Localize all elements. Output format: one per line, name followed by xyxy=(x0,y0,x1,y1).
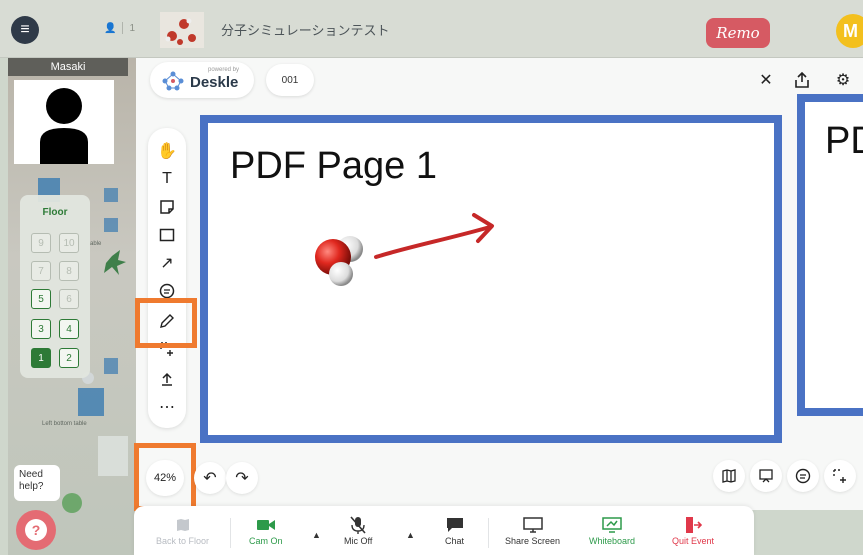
arrow-tool-icon[interactable]: ↗ xyxy=(148,250,186,276)
cam-on-button[interactable]: Cam On xyxy=(249,514,283,546)
floor-button-10[interactable]: 10 xyxy=(59,233,79,253)
separator xyxy=(122,22,124,34)
selection-button[interactable] xyxy=(824,460,856,492)
participant-count: 👤 1 xyxy=(104,22,135,34)
mic-off-icon xyxy=(350,514,366,536)
video-tile xyxy=(14,80,114,164)
comment-button[interactable] xyxy=(787,460,819,492)
hand-tool-icon[interactable]: ✋ xyxy=(148,138,186,164)
chat-icon xyxy=(446,514,464,536)
text-tool-icon[interactable]: T xyxy=(148,166,186,192)
powered-by-text: powered by xyxy=(208,67,240,73)
deskle-logo-icon xyxy=(162,71,184,91)
floor-title: Floor xyxy=(42,207,68,218)
map-icon xyxy=(175,514,191,536)
share-screen-button[interactable]: Share Screen xyxy=(505,514,560,546)
select-add-icon xyxy=(833,469,846,483)
avatar-placeholder-icon xyxy=(40,88,88,164)
participant-count-value: 1 xyxy=(129,22,136,34)
floor-button-8[interactable]: 8 xyxy=(59,261,79,281)
close-icon[interactable]: ✕ xyxy=(752,66,780,94)
mic-options-caret-icon[interactable]: ▲ xyxy=(406,530,415,540)
rectangle-tool-icon[interactable] xyxy=(148,222,186,248)
deskle-name: Deskle xyxy=(190,74,239,91)
back-to-floor-button[interactable]: Back to Floor xyxy=(156,514,209,546)
floor-button-1[interactable]: 1 xyxy=(31,348,51,368)
quit-event-label: Quit Event xyxy=(672,536,715,546)
chat-label: Chat xyxy=(445,536,465,546)
whiteboard-button[interactable]: Whiteboard xyxy=(589,514,635,546)
page-number-badge[interactable]: 001 xyxy=(266,64,314,96)
presentation-button[interactable] xyxy=(750,460,782,492)
pen-tool-highlight xyxy=(135,298,197,348)
pdf-page-1[interactable]: PDF Page 1 xyxy=(200,115,782,443)
cam-on-label: Cam On xyxy=(249,536,283,546)
floor-button-9[interactable]: 9 xyxy=(31,233,51,253)
whiteboard-icon xyxy=(602,514,622,536)
pdf-page-2[interactable]: PDF xyxy=(797,94,863,416)
undo-icon: ↶ xyxy=(203,470,217,487)
floor-button-5[interactable]: 5 xyxy=(31,289,51,309)
zoom-highlight xyxy=(134,443,196,511)
book-map-icon xyxy=(722,469,736,483)
mic-off-label: Mic Off xyxy=(344,536,373,546)
event-title: 分子シミュレーションテスト xyxy=(221,23,390,38)
upload-tool-icon[interactable] xyxy=(148,366,186,392)
user-avatar[interactable]: M xyxy=(836,14,863,48)
bottom-dock: Back to Floor Cam On ▲ Mic Off ▲ Chat Sh… xyxy=(134,506,754,555)
table-label: Left bottom table xyxy=(42,421,87,427)
pdf-page-2-title: PDF xyxy=(825,120,863,162)
redo-button[interactable]: ↷ xyxy=(226,462,258,494)
more-tools-icon[interactable]: ⋯ xyxy=(148,394,186,420)
floor-button-2[interactable]: 2 xyxy=(59,348,79,368)
presentation-icon xyxy=(759,469,773,483)
screen-share-icon xyxy=(522,514,543,536)
hamburger-icon: ≡ xyxy=(20,21,30,38)
gear-icon[interactable]: ⚙ xyxy=(829,66,857,94)
floor-button-4[interactable]: 4 xyxy=(59,319,79,339)
exit-icon xyxy=(684,514,703,536)
floor-button-6[interactable]: 6 xyxy=(59,289,79,309)
water-molecule-image xyxy=(315,236,363,286)
red-arrow-annotation xyxy=(374,225,492,259)
mic-off-button[interactable]: Mic Off xyxy=(344,514,372,546)
event-thumbnail xyxy=(160,12,204,48)
table-label: able xyxy=(90,241,102,247)
help-button[interactable]: ? xyxy=(16,510,56,550)
chat-button[interactable]: Chat xyxy=(445,514,464,546)
video-name-label: Masaki xyxy=(8,58,128,76)
tool-palette: ✋ T ↗ ⋯ xyxy=(148,128,186,428)
remo-logo: Remo xyxy=(706,18,770,48)
dock-separator xyxy=(488,518,489,548)
share-screen-label: Share Screen xyxy=(505,536,561,546)
camera-options-caret-icon[interactable]: ▲ xyxy=(312,530,321,540)
map-view-button[interactable] xyxy=(713,460,745,492)
sticky-note-tool-icon[interactable] xyxy=(148,194,186,220)
back-to-floor-label: Back to Floor xyxy=(156,536,210,546)
need-help-tooltip: Need help? xyxy=(14,465,60,501)
camera-icon xyxy=(256,514,276,536)
floor-button-7[interactable]: 7 xyxy=(31,261,51,281)
floor-selector: Floor 9 10 7 8 5 6 3 4 1 2 xyxy=(20,195,90,378)
share-export-icon[interactable] xyxy=(788,66,816,94)
page-1-drawing xyxy=(315,213,494,286)
deskle-badge: powered by Deskle xyxy=(150,62,254,98)
redo-icon: ↷ xyxy=(235,470,249,487)
dock-separator xyxy=(230,518,231,548)
whiteboard-label: Whiteboard xyxy=(589,536,636,546)
floor-button-3[interactable]: 3 xyxy=(31,319,51,339)
quit-event-button[interactable]: Quit Event xyxy=(672,514,714,546)
hamburger-menu-button[interactable]: ≡ xyxy=(11,16,39,44)
undo-button[interactable]: ↶ xyxy=(194,462,226,494)
person-icon: 👤 xyxy=(104,22,117,34)
help-icon: ? xyxy=(25,519,47,541)
top-bar: ≡ 👤 1 分子シミュレーションテスト Remo M xyxy=(0,0,863,58)
comment-icon xyxy=(795,468,811,484)
